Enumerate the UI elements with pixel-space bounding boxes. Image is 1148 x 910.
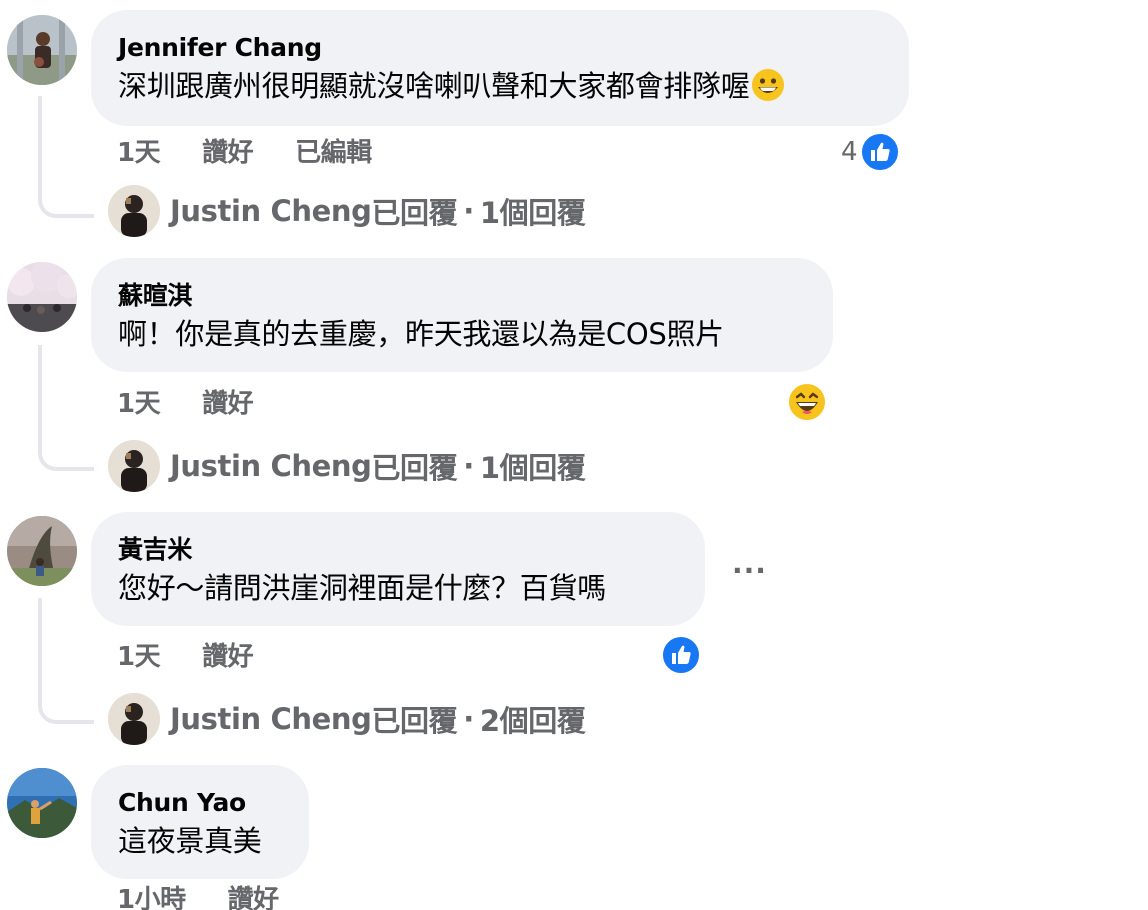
comment-bubble: 黃吉米 您好～請問洪崖洞裡面是什麼？百貨嗎 <box>91 512 705 626</box>
like-button[interactable]: 讚好 <box>202 138 254 168</box>
comment-text: 這夜景真美 <box>118 824 262 858</box>
comment-actions: 1天 讚好 已編輯 <box>117 137 414 169</box>
comment-time[interactable]: 1小時 <box>117 885 186 910</box>
comment-author[interactable]: Jennifer Chang <box>118 32 881 64</box>
comment-actions: 1天 讚好 <box>117 388 295 420</box>
comment-text: 深圳跟廣州很明顯就沒啥喇叭聲和大家都會排隊喔 <box>118 66 881 106</box>
like-icon <box>661 635 701 675</box>
reply-thread-line <box>38 345 94 471</box>
comment-time[interactable]: 1天 <box>117 642 161 672</box>
reaction-count: 4 <box>841 137 858 167</box>
like-button[interactable]: 讚好 <box>202 642 254 672</box>
commenter-avatar[interactable] <box>7 768 77 838</box>
comment-time[interactable]: 1天 <box>117 389 161 419</box>
haha-icon <box>787 382 827 422</box>
comment-time[interactable]: 1天 <box>117 138 161 168</box>
reply-author-name: Justin Cheng <box>170 702 372 736</box>
reply-count: 1個回覆 <box>479 196 586 230</box>
comment-bubble: Jennifer Chang 深圳跟廣州很明顯就沒啥喇叭聲和大家都會排隊喔 <box>91 10 909 126</box>
reply-verb: 已回覆 <box>371 451 458 485</box>
reply-separator: · <box>463 702 474 736</box>
reply-separator: · <box>463 194 474 228</box>
more-options-button[interactable]: ··· <box>732 557 767 585</box>
comment-list: Jennifer Chang 深圳跟廣州很明顯就沒啥喇叭聲和大家都會排隊喔 1天… <box>0 0 1148 910</box>
commenter-avatar[interactable] <box>7 516 77 586</box>
like-icon <box>859 132 900 172</box>
view-replies-link[interactable]: Justin Cheng 已回覆 · 2個回覆 <box>108 693 586 745</box>
reply-verb: 已回覆 <box>371 196 458 230</box>
reply-author-name: Justin Cheng <box>170 194 372 228</box>
grinning-face-emoji-icon <box>751 68 785 102</box>
reply-count: 1個回覆 <box>479 451 586 485</box>
like-button[interactable]: 讚好 <box>202 389 254 419</box>
comment-bubble: 蘇暄淇 啊！你是真的去重慶，昨天我還以為是COS照片 <box>91 258 833 372</box>
reply-thread-line <box>38 96 94 218</box>
like-button[interactable]: 讚好 <box>228 885 280 910</box>
comment-text: 啊！你是真的去重慶，昨天我還以為是COS照片 <box>118 317 724 351</box>
view-replies-link[interactable]: Justin Cheng 已回覆 · 1個回覆 <box>108 440 586 492</box>
reply-count: 2個回覆 <box>479 704 586 738</box>
edited-label[interactable]: 已編輯 <box>295 138 372 168</box>
comment-text: 您好～請問洪崖洞裡面是什麼？百貨嗎 <box>118 571 606 605</box>
reply-author-avatar <box>108 440 160 492</box>
commenter-avatar[interactable] <box>7 15 77 85</box>
view-replies-link[interactable]: Justin Cheng 已回覆 · 1個回覆 <box>108 185 586 237</box>
comment-actions: 1天 讚好 <box>117 641 295 673</box>
reply-author-name: Justin Cheng <box>170 449 372 483</box>
comment-actions: 1小時 讚好 <box>117 884 321 910</box>
comment-author[interactable]: 蘇暄淇 <box>118 280 805 312</box>
reply-author-avatar <box>108 693 160 745</box>
reply-thread-line <box>38 598 94 724</box>
comment-bubble: Chun Yao 這夜景真美 <box>91 765 309 879</box>
reaction-summary[interactable] <box>787 382 827 422</box>
commenter-avatar[interactable] <box>7 262 77 332</box>
reaction-summary[interactable] <box>661 635 701 675</box>
reply-author-avatar <box>108 185 160 237</box>
comment-author[interactable]: Chun Yao <box>118 787 281 819</box>
comment-text-content: 深圳跟廣州很明顯就沒啥喇叭聲和大家都會排隊喔 <box>118 69 750 103</box>
comment-author[interactable]: 黃吉米 <box>118 534 677 566</box>
reply-separator: · <box>463 449 474 483</box>
reaction-summary[interactable]: 4 <box>841 132 900 172</box>
reply-verb: 已回覆 <box>371 704 458 738</box>
